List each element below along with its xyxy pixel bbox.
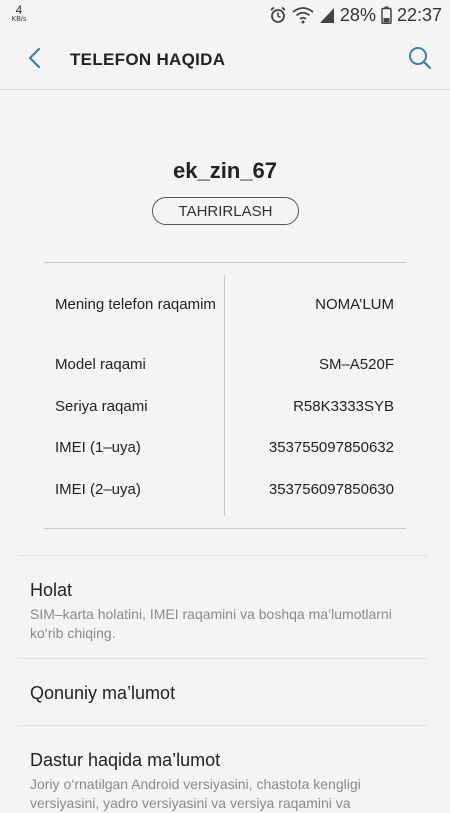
page-title: TELEFON HAQIDA (70, 50, 226, 69)
info-label: Model raqami (55, 356, 146, 373)
menu-item-software-info[interactable]: Dastur haqida ma’lumot Joriy o‘rnatilgan… (0, 748, 450, 813)
info-value: R58K3333SYB (293, 398, 394, 415)
info-label: Mening telefon raqamim (55, 296, 216, 313)
wifi-icon (292, 6, 314, 24)
info-value: NOMA’LUM (315, 296, 394, 313)
alarm-icon (269, 6, 287, 24)
network-speed-unit: KB/s (11, 16, 27, 23)
search-icon (408, 46, 432, 75)
info-label: Seriya raqami (55, 398, 148, 415)
battery-icon (381, 6, 392, 24)
search-button[interactable] (390, 30, 450, 90)
signal-icon (319, 6, 335, 24)
list-divider (18, 555, 428, 556)
clock: 22:37 (396, 4, 442, 25)
menu-item-title: Dastur haqida ma’lumot (30, 750, 221, 770)
edit-button[interactable]: TAHRIRLASH (152, 197, 299, 225)
back-arrow-icon (27, 47, 41, 74)
menu-item-status[interactable]: Holat SIM–karta holatini, IMEI raqamini … (0, 578, 450, 643)
back-button[interactable] (8, 30, 60, 90)
info-row-serial: Seriya raqami R58K3333SYB (44, 397, 406, 417)
list-divider (18, 658, 428, 659)
info-value: 353755097850632 (268, 439, 394, 456)
device-name: ek_zin_67 (173, 158, 277, 183)
menu-item-description: SIM–karta holatini, IMEI raqamini va bos… (30, 606, 392, 641)
info-row-imei1: IMEI (1–uya) 353755097850632 (44, 438, 406, 458)
status-bar: 4 KB/s 28% 22:37 (0, 0, 450, 30)
network-speed: 4 KB/s (8, 4, 30, 25)
list-divider (18, 725, 428, 726)
info-label: IMEI (1–uya) (55, 439, 141, 456)
info-row-imei2: IMEI (2–uya) 353756097850630 (44, 480, 406, 500)
info-value: 353756097850630 (268, 481, 394, 498)
battery-percent: 28% (339, 4, 376, 25)
info-row-model: Model raqami SM–A520F (44, 355, 406, 375)
app-bar-divider (0, 89, 450, 90)
menu-item-title: Qonuniy ma’lumot (30, 683, 176, 703)
menu-item-description: Joriy o‘rnatilgan Android versiyasini, c… (30, 776, 361, 811)
menu-item-legal-info[interactable]: Qonuniy ma’lumot (0, 681, 450, 705)
device-info-table: Mening telefon raqamim NOMA’LUM Model ra… (44, 262, 406, 529)
info-label: IMEI (2–uya) (55, 481, 141, 498)
info-value: SM–A520F (318, 356, 394, 373)
app-bar: TELEFON HAQIDA (0, 30, 450, 90)
menu-item-title: Holat (30, 580, 73, 600)
info-row-phone-number: Mening telefon raqamim NOMA’LUM (44, 295, 406, 315)
